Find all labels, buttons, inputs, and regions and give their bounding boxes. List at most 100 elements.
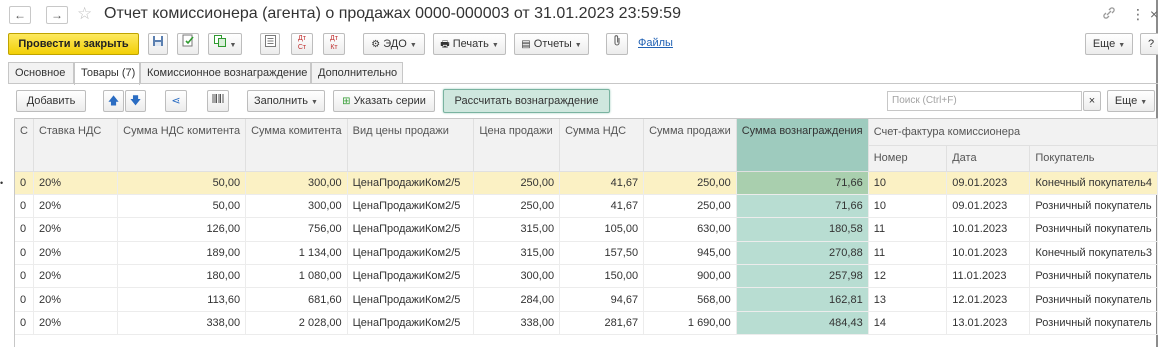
tab-additional[interactable]: Дополнительно xyxy=(311,62,403,84)
cell-sale-price[interactable]: 315,00 xyxy=(473,217,561,242)
col-header-sum-principal[interactable]: Сумма комитента xyxy=(245,119,348,172)
edo-button[interactable]: ⚙ ЭДО ▼ xyxy=(363,33,425,55)
col-header-vat-principal[interactable]: Сумма НДС комитента xyxy=(117,119,247,172)
col-header-invoice-group[interactable]: Счет-фактура комиссионера xyxy=(868,119,1158,146)
cell-sale-price[interactable]: 300,00 xyxy=(473,264,561,289)
cell-sum-principal[interactable]: 300,00 xyxy=(245,194,348,219)
cell-price-type[interactable]: ЦенаПродажиКом2/5 xyxy=(347,171,475,195)
table-row[interactable]: 0 20% 50,00 300,00 ЦенаПродажиКом2/5 250,00 41… xyxy=(15,194,1158,219)
cell-sale-sum[interactable]: 250,00 xyxy=(643,194,737,219)
cell-vat-principal[interactable]: 50,00 xyxy=(117,171,247,195)
cell-vat-sum[interactable]: 94,67 xyxy=(559,287,645,312)
search-input[interactable]: Поиск (Ctrl+F) xyxy=(887,91,1082,111)
cell-inv-number[interactable]: 13 xyxy=(868,287,948,312)
cell-sale-price[interactable]: 284,00 xyxy=(473,287,561,312)
col-header-vat-sum[interactable]: Сумма НДС xyxy=(559,119,645,172)
cell-sale-price[interactable]: 250,00 xyxy=(473,171,561,195)
favorite-star-icon[interactable]: ☆ xyxy=(77,4,92,24)
tab-main[interactable]: Основное xyxy=(8,62,74,84)
cell-vat-principal[interactable]: 50,00 xyxy=(117,194,247,219)
cell-price-type[interactable]: ЦенаПродажиКом2/5 xyxy=(347,241,475,266)
move-up-button[interactable]: 🡅 xyxy=(103,90,124,112)
dt-kt-button[interactable]: Дт Кт xyxy=(323,33,345,55)
cell-inv-number[interactable]: 10 xyxy=(868,171,948,195)
barcode-button[interactable] xyxy=(207,90,229,112)
cell-sale-price[interactable]: 338,00 xyxy=(473,311,561,336)
cell-c0[interactable]: 0 xyxy=(15,194,34,219)
cell-buyer[interactable]: Розничный покупатель xyxy=(1029,217,1158,242)
cell-reward[interactable]: 257,98 xyxy=(736,264,869,289)
cell-reward[interactable]: 270,88 xyxy=(736,241,869,266)
cell-inv-number[interactable]: 11 xyxy=(868,217,948,242)
cell-vat-principal[interactable]: 180,00 xyxy=(117,264,247,289)
table-row[interactable]: 0 20% 126,00 756,00 ЦенаПродажиКом2/5 315,00 1… xyxy=(15,217,1158,242)
cell-sum-principal[interactable]: 2 028,00 xyxy=(245,311,348,336)
cell-buyer[interactable]: Розничный покупатель xyxy=(1029,311,1158,336)
cell-vat-rate[interactable]: 20% xyxy=(33,311,119,336)
more-button[interactable]: Еще ▼ xyxy=(1085,33,1133,55)
table-more-button[interactable]: Еще ▼ xyxy=(1107,90,1155,112)
print-button[interactable]: 🖶 Печать ▼ xyxy=(433,33,506,55)
cell-sum-principal[interactable]: 300,00 xyxy=(245,171,348,195)
cell-vat-rate[interactable]: 20% xyxy=(33,171,119,195)
table-row[interactable]: 0 20% 338,00 2 028,00 ЦенаПродажиКом2/5 338,0… xyxy=(15,311,1158,336)
col-header-reward[interactable]: Сумма вознаграждения xyxy=(736,119,869,172)
post-button[interactable] xyxy=(177,33,199,55)
fill-button[interactable]: Заполнить ▼ xyxy=(247,90,325,112)
cell-sale-sum[interactable]: 250,00 xyxy=(643,171,737,195)
cell-vat-sum[interactable]: 41,67 xyxy=(559,194,645,219)
cell-c0[interactable]: 0 xyxy=(15,241,34,266)
cell-reward[interactable]: 180,58 xyxy=(736,217,869,242)
cell-vat-sum[interactable]: 157,50 xyxy=(559,241,645,266)
cell-sale-sum[interactable]: 900,00 xyxy=(643,264,737,289)
forward-button[interactable]: → xyxy=(46,6,68,24)
cell-sale-sum[interactable]: 630,00 xyxy=(643,217,737,242)
cell-vat-principal[interactable]: 113,60 xyxy=(117,287,247,312)
cell-inv-date[interactable]: 13.01.2023 xyxy=(946,311,1031,336)
cell-reward[interactable]: 71,66 xyxy=(736,194,869,219)
cell-buyer[interactable]: Розничный покупатель xyxy=(1029,264,1158,289)
tab-commission[interactable]: Комиссионное вознаграждение xyxy=(140,62,311,84)
tab-goods[interactable]: Товары (7) xyxy=(74,62,140,85)
cell-price-type[interactable]: ЦенаПродажиКом2/5 xyxy=(347,217,475,242)
cell-reward[interactable]: 484,43 xyxy=(736,311,869,336)
cell-inv-number[interactable]: 12 xyxy=(868,264,948,289)
cell-vat-rate[interactable]: 20% xyxy=(33,264,119,289)
col-header-sale-sum[interactable]: Сумма продажи xyxy=(643,119,737,172)
specify-series-button[interactable]: ⊞ Указать серии xyxy=(333,90,435,112)
attach-button[interactable] xyxy=(606,33,628,55)
table-row[interactable]: 0 20% 113,60 681,60 ЦенаПродажиКом2/5 284,00 9… xyxy=(15,287,1158,312)
cell-c0[interactable]: 0 xyxy=(15,264,34,289)
cell-vat-principal[interactable]: 338,00 xyxy=(117,311,247,336)
cell-sale-sum[interactable]: 1 690,00 xyxy=(643,311,737,336)
table-row[interactable]: 0 20% 180,00 1 080,00 ЦенаПродажиКом2/5 300,0… xyxy=(15,264,1158,289)
files-link[interactable]: Файлы xyxy=(638,33,673,53)
cell-inv-date[interactable]: 10.01.2023 xyxy=(946,241,1031,266)
cell-vat-rate[interactable]: 20% xyxy=(33,194,119,219)
cell-buyer[interactable]: Розничный покупатель xyxy=(1029,194,1158,219)
close-icon[interactable]: × xyxy=(1150,6,1158,22)
cell-inv-date[interactable]: 09.01.2023 xyxy=(946,194,1031,219)
cell-reward[interactable]: 71,66 xyxy=(736,171,869,195)
move-down-button[interactable]: 🡇 xyxy=(125,90,146,112)
save-button[interactable] xyxy=(148,33,168,55)
link-icon[interactable] xyxy=(1102,6,1116,23)
cell-inv-date[interactable]: 12.01.2023 xyxy=(946,287,1031,312)
col-header-sale-price[interactable]: Цена продажи xyxy=(473,119,561,172)
cell-sale-sum[interactable]: 945,00 xyxy=(643,241,737,266)
cell-c0[interactable]: 0 xyxy=(15,171,34,195)
cell-vat-principal[interactable]: 126,00 xyxy=(117,217,247,242)
col-header-vat-rate[interactable]: Ставка НДС xyxy=(33,119,119,172)
more-vertical-icon[interactable]: ⋮ xyxy=(1131,6,1145,23)
cell-price-type[interactable]: ЦенаПродажиКом2/5 xyxy=(347,311,475,336)
cell-vat-sum[interactable]: 105,00 xyxy=(559,217,645,242)
cell-price-type[interactable]: ЦенаПродажиКом2/5 xyxy=(347,194,475,219)
help-button[interactable]: ? xyxy=(1140,33,1158,55)
cell-c0[interactable]: 0 xyxy=(15,311,34,336)
table-row[interactable]: 0 20% 189,00 1 134,00 ЦенаПродажиКом2/5 315,0… xyxy=(15,241,1158,266)
cell-sum-principal[interactable]: 1 134,00 xyxy=(245,241,348,266)
cell-price-type[interactable]: ЦенаПродажиКом2/5 xyxy=(347,264,475,289)
cell-c0[interactable]: 0 xyxy=(15,217,34,242)
calculate-reward-button[interactable]: Рассчитать вознаграждение xyxy=(443,89,610,113)
add-button[interactable]: Добавить xyxy=(16,90,86,112)
